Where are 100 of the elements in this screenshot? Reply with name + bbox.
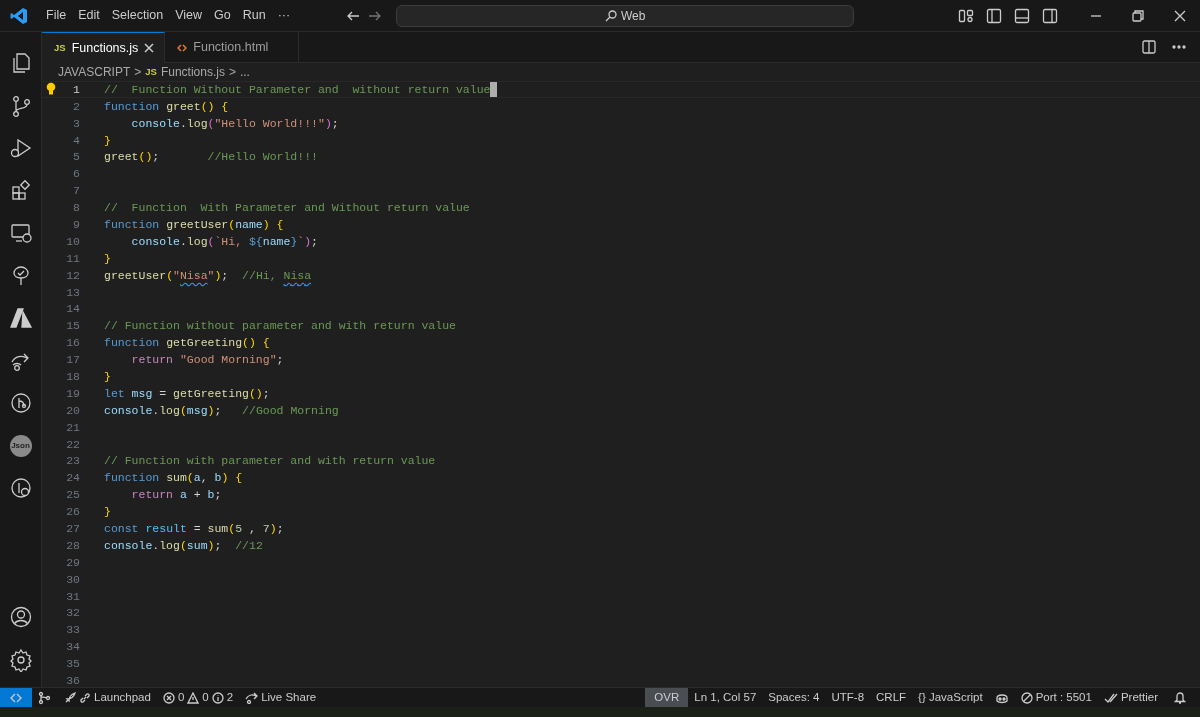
menu-item[interactable]: Edit xyxy=(72,4,106,27)
line-number: 18 xyxy=(65,368,80,385)
blocked-icon xyxy=(1020,691,1033,704)
breadcrumb-item[interactable]: ... xyxy=(239,63,250,81)
close-icon[interactable] xyxy=(144,43,155,53)
line-number: 28 xyxy=(65,537,80,554)
panel-toggle-icon[interactable] xyxy=(1014,7,1030,24)
line-number: 3 xyxy=(72,115,80,132)
line-number: 5 xyxy=(72,149,80,166)
warning-icon xyxy=(187,691,200,704)
azure-icon[interactable] xyxy=(8,306,33,331)
code-line: function getGreeting() { xyxy=(104,335,270,352)
split-editor-icon[interactable] xyxy=(1142,40,1156,54)
status-item[interactable]: UTF-8 xyxy=(825,688,871,707)
code-file-icon xyxy=(177,42,188,53)
search-icon xyxy=(604,9,617,22)
account-icon[interactable] xyxy=(8,605,33,630)
line-number: 8 xyxy=(72,200,80,217)
lightbulb-icon[interactable] xyxy=(46,82,56,97)
menu-item[interactable]: View xyxy=(169,4,208,27)
commit-graph-icon[interactable] xyxy=(38,690,52,705)
line-number: 35 xyxy=(65,656,80,673)
vscode-logo-icon xyxy=(10,6,28,25)
code-line: // Function with parameter and with return value xyxy=(104,453,436,470)
link-icon xyxy=(79,691,91,704)
menu-item[interactable]: ··· xyxy=(271,4,297,27)
port-button[interactable]: Port : 5501 xyxy=(1014,688,1098,707)
code-line: // Function Without Parameter and without return value xyxy=(104,81,498,99)
search-text: Web xyxy=(620,7,646,25)
line-number: 11 xyxy=(65,250,80,267)
line-number: 32 xyxy=(65,605,80,622)
remote-monitor-icon[interactable] xyxy=(8,221,33,246)
breadcrumb-item[interactable]: JAVASCRIPT xyxy=(58,63,131,81)
code-line: function greetUser(name) { xyxy=(104,216,284,233)
menu-item[interactable]: File xyxy=(40,4,73,27)
sidebar-toggle-icon[interactable] xyxy=(986,7,1002,24)
live-share-button[interactable]: Live Share xyxy=(239,688,323,707)
code-line: console.log("Hello World!!!"); xyxy=(130,115,339,132)
code-line: console.log(msg); //Good Morning xyxy=(104,402,339,419)
code-line: let msg = getGreeting(); xyxy=(104,385,270,402)
line-number: 23 xyxy=(65,453,80,470)
line-number: 12 xyxy=(65,267,80,284)
gitlens-inspect-icon[interactable] xyxy=(8,476,33,501)
gitlens-icon[interactable] xyxy=(8,391,33,416)
line-number: 2 xyxy=(72,98,80,115)
line-number: 26 xyxy=(65,504,80,521)
search-field[interactable]: Web xyxy=(396,4,855,27)
line-number: 9 xyxy=(72,216,80,233)
line-number: 1 xyxy=(72,81,80,98)
line-number: 22 xyxy=(65,436,80,453)
breadcrumb-separator: > xyxy=(134,64,142,81)
menu-item[interactable]: Go xyxy=(208,4,237,27)
status-item[interactable]: Ln 1, Col 57 xyxy=(688,688,763,707)
settings-icon[interactable] xyxy=(8,647,33,672)
editor-tab[interactable]: JS Functions.js xyxy=(42,32,166,63)
line-number: 34 xyxy=(65,639,80,656)
code-line: greetUser("Nisa"); //Hi, Nisa xyxy=(104,267,312,284)
json-icon[interactable]: Json xyxy=(9,434,32,457)
menu-item[interactable]: Run xyxy=(236,4,272,27)
double-check-icon xyxy=(1103,691,1118,704)
copilot-icon[interactable] xyxy=(994,691,1009,704)
code-line: return a + b; xyxy=(130,487,222,504)
status-item[interactable]: Spaces: 4 xyxy=(762,688,826,707)
launchpad-button[interactable]: Launchpad xyxy=(58,688,157,707)
code-line: // Function With Parameter and Without return value xyxy=(104,200,470,217)
close-icon[interactable] xyxy=(1174,9,1186,22)
secondary-sidebar-icon[interactable] xyxy=(1042,7,1058,24)
line-number: 4 xyxy=(72,132,80,149)
line-number: 31 xyxy=(65,588,80,605)
restore-icon[interactable] xyxy=(1132,9,1144,22)
language-mode-button[interactable]: {} JavaScript xyxy=(912,688,989,707)
line-number: 21 xyxy=(65,419,80,436)
prettier-button[interactable]: Prettier xyxy=(1097,688,1164,707)
line-number: 30 xyxy=(65,571,80,588)
remote-button[interactable] xyxy=(0,688,32,707)
problems-button[interactable]: 0 0 2 xyxy=(156,688,240,707)
line-number: 33 xyxy=(65,622,80,639)
layout-icon[interactable] xyxy=(958,7,974,24)
code-line: } xyxy=(104,504,111,521)
code-line: console.log(sum); //12 xyxy=(104,537,263,554)
line-number: 17 xyxy=(65,352,80,369)
line-number: 29 xyxy=(65,554,80,571)
info-icon xyxy=(211,691,224,704)
line-number: 25 xyxy=(65,487,80,504)
breadcrumb-separator: > xyxy=(228,64,236,81)
code-line: function greet() { xyxy=(104,98,229,115)
js-file-icon: JS xyxy=(145,64,157,80)
line-number: 27 xyxy=(65,521,80,537)
line-number: 20 xyxy=(65,402,80,419)
code-line: return "Good Morning"; xyxy=(130,352,284,369)
line-number: 13 xyxy=(65,284,80,301)
menu-item[interactable]: Selection xyxy=(105,4,170,27)
line-number: 36 xyxy=(65,673,80,687)
overtype-mode-button[interactable]: OVR xyxy=(645,688,689,707)
bell-icon[interactable] xyxy=(1174,691,1186,704)
breadcrumb-item[interactable]: Functions.js xyxy=(160,63,225,81)
rocket-icon xyxy=(64,691,76,704)
error-icon xyxy=(162,691,175,704)
line-number: 14 xyxy=(65,301,80,318)
status-item[interactable]: CRLF xyxy=(870,688,913,707)
